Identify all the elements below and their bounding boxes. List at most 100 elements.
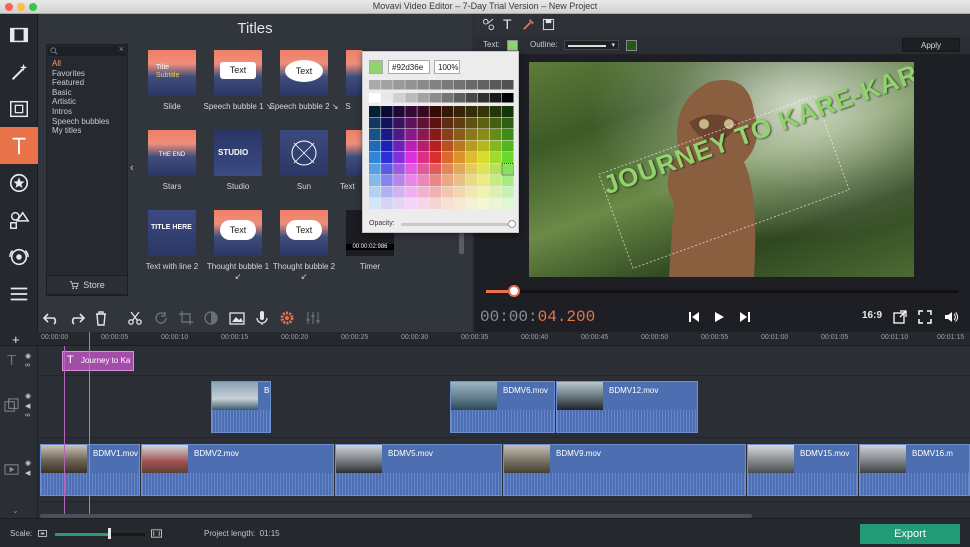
color-swatch[interactable]	[429, 152, 441, 163]
color-swatch[interactable]	[453, 106, 466, 117]
more-tools-button[interactable]	[0, 275, 38, 312]
speaker-icon[interactable]: ◀	[25, 469, 30, 477]
color-swatch[interactable]	[417, 175, 429, 186]
save-button[interactable]	[542, 18, 555, 33]
color-swatch[interactable]	[489, 106, 502, 117]
play-button[interactable]	[707, 305, 731, 329]
color-swatch[interactable]	[417, 152, 429, 163]
text-color-swatch[interactable]	[507, 40, 518, 51]
color-swatch[interactable]	[417, 129, 429, 140]
add-track-icon[interactable]: +	[12, 332, 20, 347]
color-swatch[interactable]	[489, 129, 502, 140]
title-clip[interactable]: T Journey to Ka	[62, 351, 134, 371]
color-swatch[interactable]	[453, 117, 466, 129]
eye-icon[interactable]: ◉	[25, 352, 31, 360]
color-swatch[interactable]	[429, 198, 441, 209]
color-swatch[interactable]	[465, 140, 478, 152]
category-all[interactable]: All	[52, 59, 109, 69]
titles-button[interactable]	[0, 127, 38, 164]
title-thumb-stars[interactable]: THE END	[148, 130, 196, 176]
color-swatch[interactable]	[441, 129, 454, 140]
category-favorites[interactable]: Favorites	[52, 69, 109, 79]
title-thumb-thought-bubble-2[interactable]: Text	[280, 210, 328, 256]
color-swatch-grid[interactable]	[369, 80, 514, 216]
seek-bar[interactable]	[486, 290, 958, 293]
title-thumb-speech-bubble-1[interactable]: Text	[214, 50, 262, 96]
gray-swatch[interactable]	[501, 93, 514, 103]
eye-icon[interactable]: ◉	[25, 392, 31, 400]
color-swatch[interactable]	[501, 186, 514, 198]
color-swatch[interactable]	[405, 129, 417, 140]
overlay-clip[interactable]: BDMV12.mov	[556, 381, 698, 433]
color-swatch[interactable]	[393, 175, 405, 186]
color-swatch[interactable]	[441, 152, 454, 163]
color-swatch[interactable]	[441, 117, 454, 129]
title-thumb-speech-bubble-2[interactable]: Text	[280, 50, 328, 96]
color-swatch[interactable]	[465, 163, 478, 175]
outline-width-select[interactable]: ▾	[564, 40, 619, 50]
color-swatch[interactable]	[465, 129, 478, 140]
previous-frame-button[interactable]	[682, 305, 706, 329]
video-preview[interactable]: JOURNEY TO KARE-KARE	[529, 62, 914, 277]
main-clip[interactable]: BDMV1.mov	[40, 444, 140, 496]
color-swatch[interactable]	[381, 152, 393, 163]
color-swatch[interactable]	[369, 117, 381, 129]
color-swatch[interactable]	[381, 163, 393, 175]
color-swatch[interactable]	[441, 198, 454, 209]
clear-search-icon[interactable]: ×	[119, 44, 124, 54]
color-swatch[interactable]	[393, 198, 405, 209]
color-swatch[interactable]	[381, 175, 393, 186]
main-clip[interactable]: BDMV16.m	[859, 444, 970, 496]
color-swatch[interactable]	[501, 106, 514, 117]
color-swatch[interactable]	[417, 106, 429, 117]
color-swatch[interactable]	[501, 140, 514, 152]
export-button[interactable]: Export	[860, 524, 960, 544]
color-swatch[interactable]	[465, 152, 478, 163]
gray-swatch[interactable]	[381, 80, 393, 90]
color-swatch[interactable]	[393, 129, 405, 140]
panel-scrollbar[interactable]	[459, 232, 464, 254]
color-swatch[interactable]	[429, 163, 441, 175]
title-thumb-text[interactable]	[346, 130, 362, 176]
color-swatch[interactable]	[369, 140, 381, 152]
text-tool-icon[interactable]: T	[503, 16, 512, 32]
color-swatch[interactable]	[489, 140, 502, 152]
category-featured[interactable]: Featured	[52, 78, 109, 88]
main-clip[interactable]: BDMV9.mov	[503, 444, 746, 496]
title-thumb-partial[interactable]	[346, 50, 362, 96]
redo-button[interactable]	[66, 308, 88, 328]
color-swatch[interactable]	[405, 117, 417, 129]
color-swatch[interactable]	[489, 186, 502, 198]
undo-button[interactable]	[40, 308, 62, 328]
color-swatch[interactable]	[369, 175, 381, 186]
color-swatch[interactable]	[381, 140, 393, 152]
rotate-button[interactable]	[150, 308, 172, 328]
callouts-button[interactable]	[0, 238, 38, 275]
opacity-slider[interactable]	[401, 223, 513, 226]
color-swatch[interactable]	[405, 198, 417, 209]
next-frame-button[interactable]	[733, 305, 757, 329]
color-swatch[interactable]	[405, 186, 417, 198]
color-swatch[interactable]	[393, 186, 405, 198]
color-swatch[interactable]	[465, 175, 478, 186]
color-swatch[interactable]	[381, 106, 393, 117]
color-swatch[interactable]	[417, 163, 429, 175]
gray-swatch[interactable]	[369, 80, 381, 90]
color-swatch[interactable]	[429, 129, 441, 140]
color-swatch[interactable]	[393, 140, 405, 152]
scale-slider[interactable]	[55, 533, 145, 536]
color-swatch[interactable]	[429, 186, 441, 198]
color-swatch[interactable]	[369, 106, 381, 117]
color-swatch[interactable]	[489, 152, 502, 163]
gray-swatch[interactable]	[405, 93, 417, 103]
gray-swatch[interactable]	[381, 93, 393, 103]
gray-swatch[interactable]	[465, 93, 478, 103]
collapse-tracks-icon[interactable]: ⌄	[12, 506, 19, 515]
color-swatch[interactable]	[465, 117, 478, 129]
search-input[interactable]: ×	[48, 44, 126, 56]
seek-handle[interactable]	[508, 285, 520, 297]
color-swatch[interactable]	[381, 186, 393, 198]
color-swatch[interactable]	[393, 117, 405, 129]
apply-button[interactable]: Apply	[902, 38, 960, 52]
collapse-panel-icon[interactable]: ‹	[130, 162, 134, 174]
